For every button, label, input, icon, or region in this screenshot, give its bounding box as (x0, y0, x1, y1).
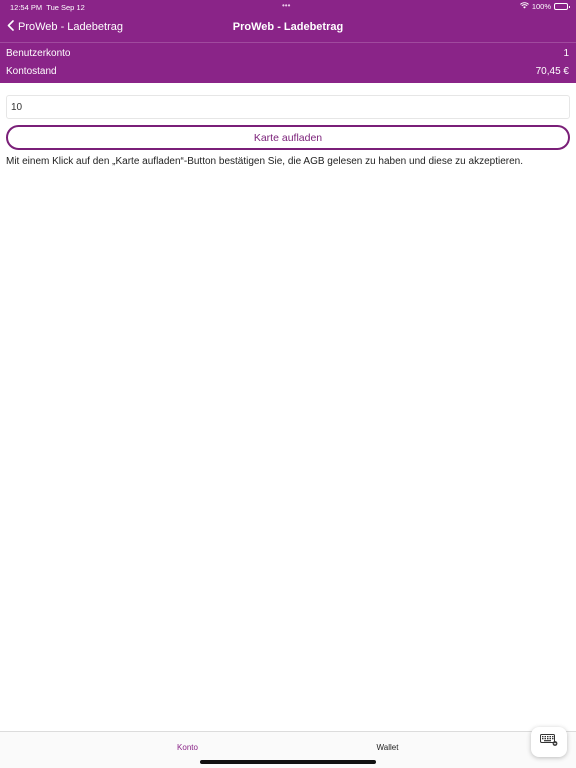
page-title: ProWeb - Ladebetrag (232, 21, 344, 33)
battery-percent: 100% (531, 2, 551, 11)
terms-note: Mit einem Klick auf den „Karte aufladen“… (6, 156, 523, 167)
header-divider (0, 42, 576, 43)
balance-label: Kontostand (6, 66, 57, 77)
home-indicator[interactable] (200, 760, 376, 764)
status-time: 12:54 PM Tue Sep 12 (10, 3, 85, 12)
battery-icon (554, 3, 570, 10)
wifi-icon (519, 2, 529, 11)
status-bar: 12:54 PM Tue Sep 12 ••• 100% (0, 0, 576, 14)
user-account-value: 1 (563, 48, 569, 59)
balance-row: Kontostand 70,45 € (0, 63, 576, 81)
header: 12:54 PM Tue Sep 12 ••• 100% ProWeb - La… (0, 0, 576, 83)
tab-wallet[interactable]: Wallet (200, 743, 575, 752)
keyboard-button[interactable] (531, 727, 567, 757)
status-date: Tue Sep 12 (46, 3, 85, 12)
amount-input[interactable] (7, 96, 569, 118)
keyboard-icon (540, 733, 558, 751)
user-account-label: Benutzerkonto (6, 48, 71, 59)
amount-field[interactable] (6, 95, 570, 119)
multitasking-dots[interactable]: ••• (282, 1, 290, 10)
status-right: 100% (519, 2, 570, 11)
status-time-text: 12:54 PM (10, 3, 43, 12)
user-account-row: Benutzerkonto 1 (0, 45, 576, 63)
charge-card-button[interactable]: Karte aufladen (6, 125, 570, 150)
balance-value: 70,45 € (535, 66, 569, 77)
navigation-bar: ProWeb - Ladebetrag ProWeb - Ladebetrag (0, 14, 576, 42)
